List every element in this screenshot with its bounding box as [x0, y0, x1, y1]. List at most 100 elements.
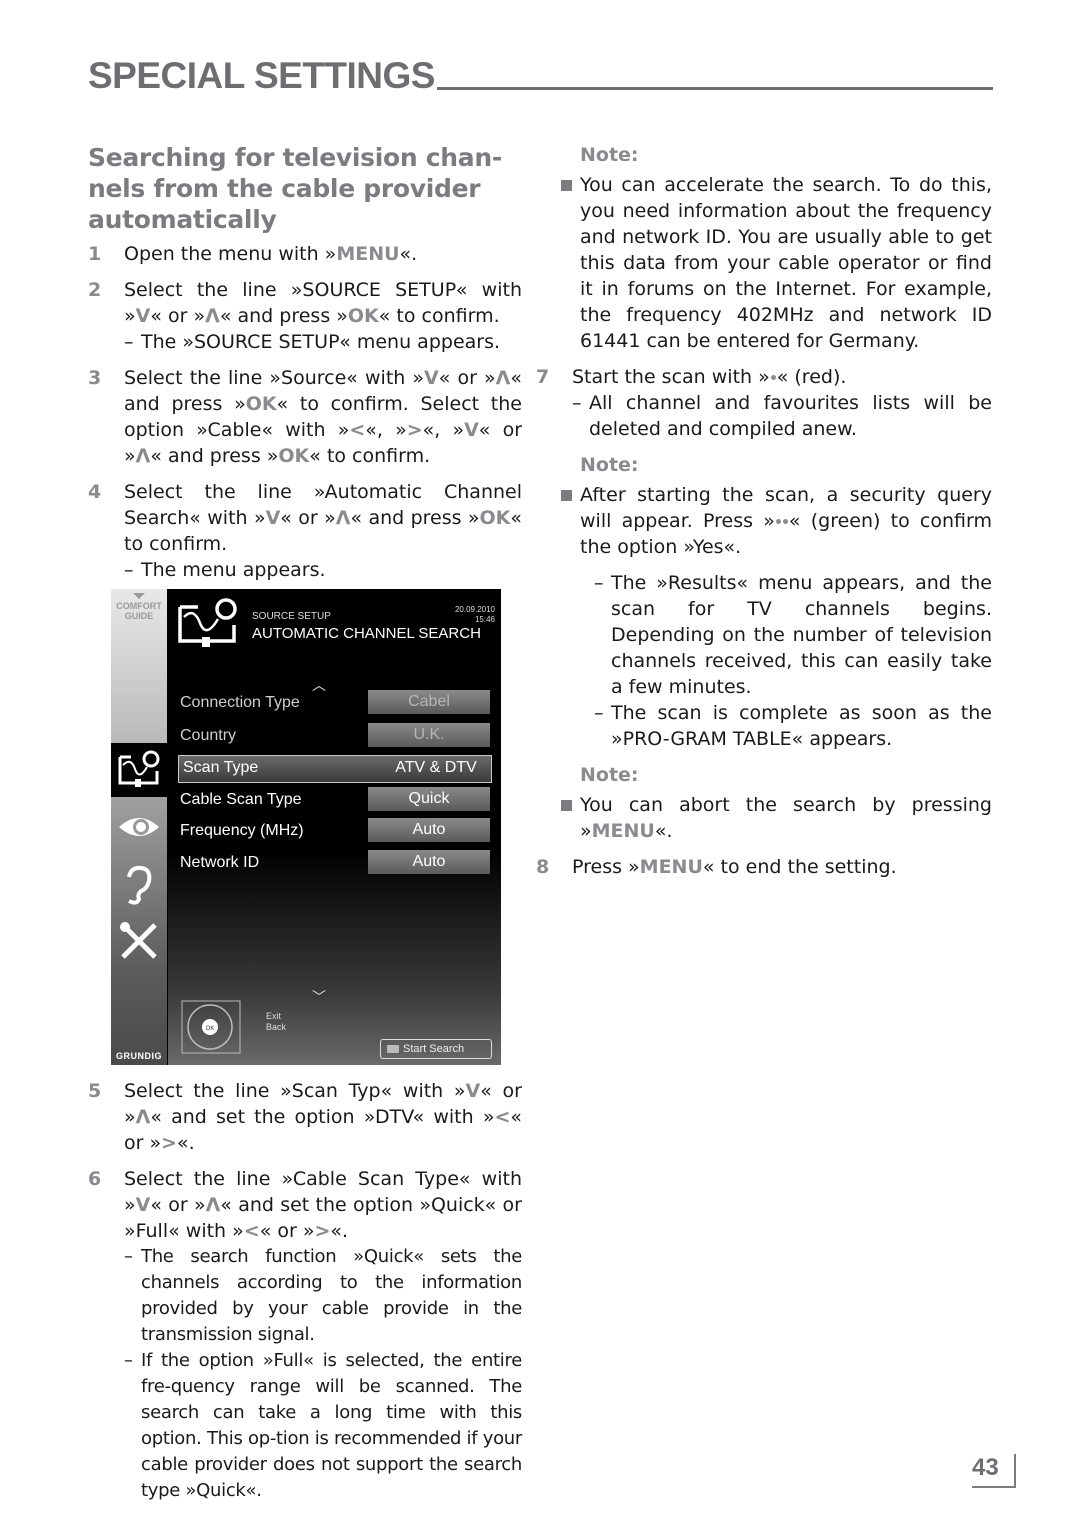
up-key-icon: Λ [495, 367, 511, 389]
note-heading: Note: [580, 764, 639, 786]
up-key-icon: Λ [205, 305, 220, 327]
down-key-icon: V [465, 1080, 481, 1102]
page-title: SPECIAL SETTINGS [88, 56, 993, 96]
step-number: 8 [536, 856, 550, 878]
step-text: Select the line »Scan Typ« with »V« or »… [124, 1080, 522, 1154]
page-title-text: SPECIAL SETTINGS [88, 55, 436, 96]
up-key-icon: Λ [135, 445, 151, 467]
menu-row-scan-type-selected[interactable]: Scan Type ATV & DTV [178, 755, 492, 783]
tv-sidebar: COMFORT GUIDE GRUNDIG [111, 589, 167, 1065]
step-substep: – The search function »Quick« sets the ch… [124, 1246, 522, 1345]
menu-row-value: Auto [368, 818, 490, 842]
down-key-icon: V [464, 419, 479, 441]
ok-key: OK [479, 507, 511, 529]
menu-row-cable-scan-type[interactable]: Cable Scan Type Quick [180, 787, 490, 813]
source-setup-icon [118, 750, 160, 787]
red-button-icon [770, 375, 776, 380]
up-key-icon: Λ [335, 507, 351, 529]
step-1: 1 Open the menu with »MENU«. [88, 241, 522, 267]
remote-navigation-icon: OK [181, 1000, 241, 1054]
menu-key: MENU [591, 820, 655, 842]
ok-key: OK [278, 445, 310, 467]
left-key-icon: < [349, 419, 366, 441]
remote-legend: Exit Back [266, 1011, 287, 1032]
tv-menu-screenshot: COMFORT GUIDE GRUNDIG SOURCE SETUP AUTOM… [111, 589, 501, 1065]
settings-tools-icon [120, 922, 157, 959]
ok-key: OK [245, 393, 277, 415]
menu-row-network-id[interactable]: Network ID Auto [180, 850, 490, 876]
step-text: Select the line »SOURCE SETUP« with »V« … [124, 279, 522, 353]
step-number: 7 [536, 366, 550, 388]
svg-text:OK: OK [206, 1026, 215, 1032]
note-item: You can accelerate the search. To do thi… [558, 172, 992, 354]
red-button-icon [387, 1045, 399, 1054]
green-button-icon [775, 519, 781, 524]
down-key-icon: V [135, 305, 151, 327]
comfort-guide-label: COMFORT GUIDE [111, 593, 167, 621]
up-key-icon: Λ [205, 1194, 221, 1216]
step-text: Select the line »Source« with »V« or »Λ«… [124, 367, 523, 467]
menu-row-country[interactable]: Country U.K. [180, 723, 490, 749]
menu-row-frequency[interactable]: Frequency (MHz) Auto [180, 818, 490, 844]
right-column: Note: You can accelerate the search. To … [536, 142, 992, 890]
menu-key: MENU [639, 856, 703, 878]
ok-key: OK [347, 305, 379, 327]
sound-ear-icon [127, 865, 152, 905]
note-heading: Note: [580, 144, 639, 166]
picture-eye-icon [119, 818, 159, 836]
section-heading: Searching for television chan-nels from … [88, 143, 502, 234]
step-7: 7 Start the scan with » « (red). – All cha… [536, 364, 992, 442]
step-4: 4 Select the line »Automatic Channel Sea… [88, 479, 522, 583]
menu-row-value: U.K. [368, 723, 490, 747]
menu-title: AUTOMATIC CHANNEL SEARCH [252, 625, 481, 642]
step-text: Open the menu with »MENU«. [124, 243, 418, 265]
step-substep: – If the option »Full« is selected, the e… [124, 1350, 522, 1501]
menu-row-value: Cabel [368, 690, 490, 714]
scroll-down-chevron-icon[interactable]: ﹀ [312, 987, 326, 1007]
note-item: You can abort the search by pressing »ME… [558, 792, 992, 844]
note-item: After starting the scan, a security quer… [558, 482, 992, 560]
down-key-icon: V [135, 1194, 151, 1216]
step-text: Press »MENU« to end the setting. [572, 856, 897, 878]
step-3: 3 Select the line »Source« with »V« or »… [88, 365, 522, 469]
page-number: 43 [972, 1454, 1016, 1488]
menu-datetime: 20.09.2010 15:46 [454, 605, 495, 624]
left-column: Searching for television chan-nels from … [88, 142, 522, 593]
step-number: 1 [88, 243, 102, 265]
down-key-icon: V [265, 507, 281, 529]
step-text: Select the line »Automatic Channel Searc… [124, 481, 522, 581]
bullet-square-icon [558, 792, 580, 844]
menu-row-connection-type[interactable]: Connection Type Cabel [180, 690, 490, 716]
tv-menu-main: SOURCE SETUP AUTOMATIC CHANNEL SEARCH 20… [168, 589, 501, 1065]
menu-key: MENU [336, 243, 400, 265]
step-number: 3 [88, 367, 102, 389]
step-substep: – The menu appears. [124, 559, 326, 581]
left-key-icon: < [494, 1106, 511, 1128]
step-substep: – All channel and favourites lists will b… [572, 392, 992, 440]
step-number: 5 [88, 1080, 102, 1102]
step-5: 5 Select the line »Scan Typ« with »V« or… [88, 1078, 522, 1156]
down-key-icon: V [424, 367, 439, 389]
step-2: 2 Select the line »SOURCE SETUP« with »V… [88, 277, 522, 355]
menu-row-value: ATV & DTV [395, 759, 477, 776]
step-substep: – The »Results« menu appears, and the sca… [594, 572, 992, 698]
step-text: Start the scan with » « (red). – All chann… [572, 366, 992, 440]
step-number: 4 [88, 481, 102, 503]
menu-breadcrumb: SOURCE SETUP [252, 611, 331, 622]
title-rule [437, 87, 993, 90]
step-8: 8 Press »MENU« to end the setting. [536, 854, 992, 880]
menu-row-value: Auto [368, 850, 490, 874]
step-substep: – The scan is complete as soon as the »PR… [594, 702, 992, 750]
left-key-icon: < [243, 1220, 260, 1242]
step-6: 6 Select the line »Cable Scan Type« with… [88, 1166, 522, 1504]
bullet-square-icon [558, 482, 580, 560]
start-search-button[interactable]: Start Search [380, 1039, 492, 1059]
right-key-icon: > [314, 1220, 331, 1242]
result-substeps: – The »Results« menu appears, and the sca… [594, 570, 992, 752]
bullet-square-icon [558, 172, 580, 354]
menu-row-value: Quick [368, 787, 490, 811]
right-key-icon: > [161, 1132, 178, 1154]
up-key-icon: Λ [135, 1106, 151, 1128]
note-heading: Note: [580, 454, 639, 476]
step-text: Select the line »Cable Scan Type« with »… [124, 1166, 522, 1504]
